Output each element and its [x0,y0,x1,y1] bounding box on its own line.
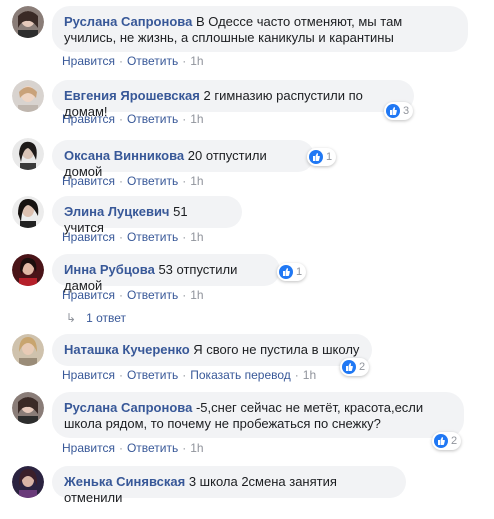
comment-bubble: Инна Рубцова 53 отпустили дамой [52,254,280,293]
reply-link[interactable]: Ответить [127,174,178,188]
avatar[interactable] [12,196,44,228]
author-name[interactable]: Элина Луцкевич [64,204,169,219]
separator: · [182,368,187,382]
author-name[interactable]: Оксана Винникова [64,148,184,163]
reply-link[interactable]: Ответить [127,441,178,455]
avatar[interactable] [12,254,44,286]
separator: · [182,112,187,126]
reaction-count[interactable]: 1 [277,263,307,281]
timestamp[interactable]: 1h [190,174,203,188]
avatar[interactable] [12,6,44,38]
reaction-number: 2 [359,361,366,373]
comment-text: Я свого не пустила в школу [193,342,360,357]
reaction-number: 1 [296,266,303,278]
separator: · [118,441,123,455]
avatar[interactable] [12,138,44,170]
separator: · [118,368,123,382]
author-name[interactable]: Руслана Сапронова [64,400,192,415]
author-name[interactable]: Женька Синявская [64,474,185,489]
separator: · [118,288,123,302]
reaction-number: 3 [403,105,410,117]
reply-arrow-icon: ↳ [66,311,77,325]
timestamp[interactable]: 1h [190,441,203,455]
reply-link[interactable]: Ответить [127,112,178,126]
reaction-count[interactable]: 1 [307,148,337,166]
comment-actions: Нравится · Ответить · 1h [62,230,204,244]
reaction-number: 1 [326,151,333,163]
like-link[interactable]: Нравится [62,441,115,455]
separator: · [182,441,187,455]
reply-link[interactable]: Ответить [127,54,178,68]
author-name[interactable]: Евгения Ярошевская [64,88,200,103]
comment-actions: Нравится · Ответить · 1h [62,112,204,126]
author-name[interactable]: Инна Рубцова [64,262,155,277]
separator: · [118,230,123,244]
avatar[interactable] [12,334,44,366]
reply-link[interactable]: Ответить [127,288,178,302]
timestamp[interactable]: 1h [303,368,316,382]
timestamp[interactable]: 1h [190,54,203,68]
separator: · [118,174,123,188]
comment-actions: Нравится · Ответить · 1h [62,54,204,68]
separator: · [118,112,123,126]
author-name[interactable]: Наташка Кучеренко [64,342,190,357]
comment-bubble: Руслана Сапронова -5,снег сейчас не метё… [52,392,464,438]
like-link[interactable]: Нравится [62,230,115,244]
reply-link[interactable]: Ответить [127,230,178,244]
like-reaction-icon [434,434,448,448]
reaction-count[interactable]: 3 [384,102,414,120]
comment-actions: Нравится · Ответить · 1h [62,174,204,188]
comment-bubble: Оксана Винникова 20 отпустили домой [52,140,314,179]
like-link[interactable]: Нравится [62,174,115,188]
like-link[interactable]: Нравится [62,288,115,302]
like-reaction-icon [309,150,323,164]
comment-actions: Нравится · Ответить · 1h [62,288,204,302]
comment-bubble: Элина Луцкевич 51 учится [52,196,242,235]
comment-bubble: Евгения Ярошевская 2 гимназию распустили… [52,80,414,119]
timestamp[interactable]: 1h [190,112,203,126]
timestamp[interactable]: 1h [190,288,203,302]
view-replies-link[interactable]: ↳ 1 ответ [66,311,126,325]
separator: · [294,368,299,382]
separator: · [182,288,187,302]
like-link[interactable]: Нравится [62,368,115,382]
avatar[interactable] [12,466,44,498]
comment-bubble: Руслана Сапронова В Одессе часто отменяю… [52,6,468,52]
comment-actions: Нравится · Ответить · Показать перевод · 1h [62,368,316,382]
avatar[interactable] [12,80,44,112]
comment-actions: Нравится · Ответить · 1h [62,441,204,455]
comment-bubble: Наташка Кучеренко Я свого не пустила в ш… [52,334,372,366]
author-name[interactable]: Руслана Сапронова [64,14,192,29]
like-link[interactable]: Нравится [62,54,115,68]
reaction-number: 2 [451,435,458,447]
like-link[interactable]: Нравится [62,112,115,126]
separator: · [182,54,187,68]
avatar[interactable] [12,392,44,424]
replies-count[interactable]: 1 ответ [86,311,126,325]
like-reaction-icon [386,104,400,118]
show-translation-link[interactable]: Показать перевод [190,368,291,382]
like-reaction-icon [342,360,356,374]
like-reaction-icon [279,265,293,279]
timestamp[interactable]: 1h [190,230,203,244]
reaction-count[interactable]: 2 [432,432,462,450]
reaction-count[interactable]: 2 [340,358,370,376]
separator: · [182,230,187,244]
separator: · [118,54,123,68]
comment-bubble: Женька Синявская 3 школа 2смена занятия … [52,466,406,505]
reply-link[interactable]: Ответить [127,368,178,382]
comments-feed: Руслана Сапронова В Одессе часто отменяю… [0,0,494,519]
separator: · [182,174,187,188]
